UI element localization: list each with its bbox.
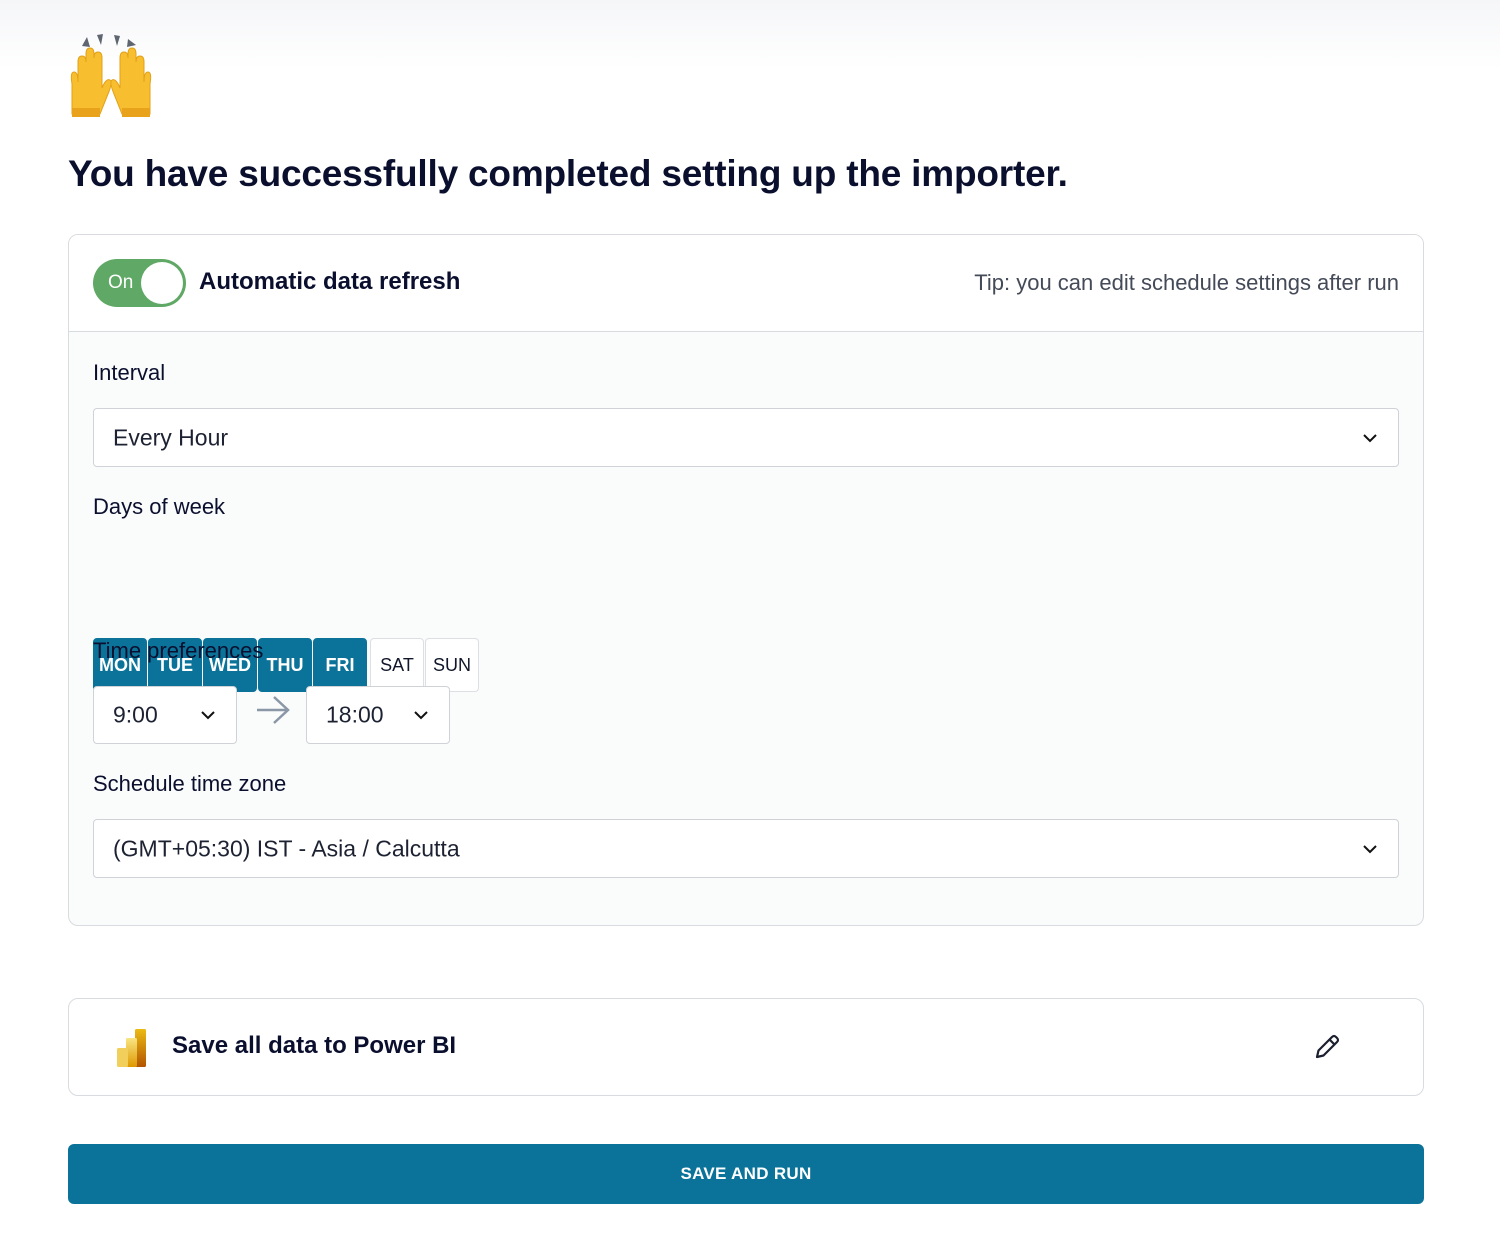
pencil-icon[interactable] — [1313, 1033, 1341, 1061]
refresh-title: Automatic data refresh — [199, 268, 461, 295]
day-thu-button[interactable]: THU — [258, 638, 312, 692]
arrow-right-icon — [257, 696, 290, 724]
chevron-down-icon — [201, 711, 215, 720]
page-title: You have successfully completed setting … — [68, 153, 1068, 194]
chevron-down-icon — [1363, 433, 1377, 442]
destination-card: Save all data to Power BI — [68, 998, 1424, 1096]
start-time-select[interactable]: 9:00 — [93, 686, 237, 744]
power-bi-icon — [117, 1029, 146, 1067]
chevron-down-icon — [1363, 844, 1377, 853]
day-fri-button[interactable]: FRI — [313, 638, 367, 692]
day-sun-button[interactable]: SUN — [425, 638, 479, 692]
days-of-week-label: Days of week — [93, 494, 226, 519]
day-sat-button[interactable]: SAT — [370, 638, 424, 692]
toggle-state-label: On — [108, 272, 134, 293]
raising-hands-icon — [70, 34, 152, 117]
schedule-tip: Tip: you can edit schedule settings afte… — [974, 270, 1399, 295]
chevron-down-icon — [414, 711, 428, 720]
interval-value: Every Hour — [113, 424, 229, 450]
save-and-run-button[interactable]: SAVE AND RUN — [68, 1144, 1424, 1204]
interval-label: Interval — [93, 360, 166, 385]
start-time-value: 9:00 — [113, 701, 158, 728]
schedule-settings-card: On Automatic data refresh Tip: you can e… — [68, 234, 1424, 926]
destination-title: Save all data to Power BI — [172, 1032, 457, 1059]
refresh-header: On Automatic data refresh Tip: you can e… — [69, 235, 1423, 332]
timezone-select[interactable]: (GMT+05:30) IST - Asia / Calcutta — [93, 819, 1399, 878]
interval-select[interactable]: Every Hour — [93, 408, 1399, 467]
timezone-value: (GMT+05:30) IST - Asia / Calcutta — [113, 835, 460, 861]
end-time-select[interactable]: 18:00 — [306, 686, 450, 744]
toggle-knob — [141, 262, 183, 304]
time-preferences-label: Time preferences — [93, 638, 264, 663]
end-time-value: 18:00 — [326, 701, 384, 728]
timezone-label: Schedule time zone — [93, 771, 287, 796]
auto-refresh-toggle[interactable]: On — [93, 259, 186, 307]
